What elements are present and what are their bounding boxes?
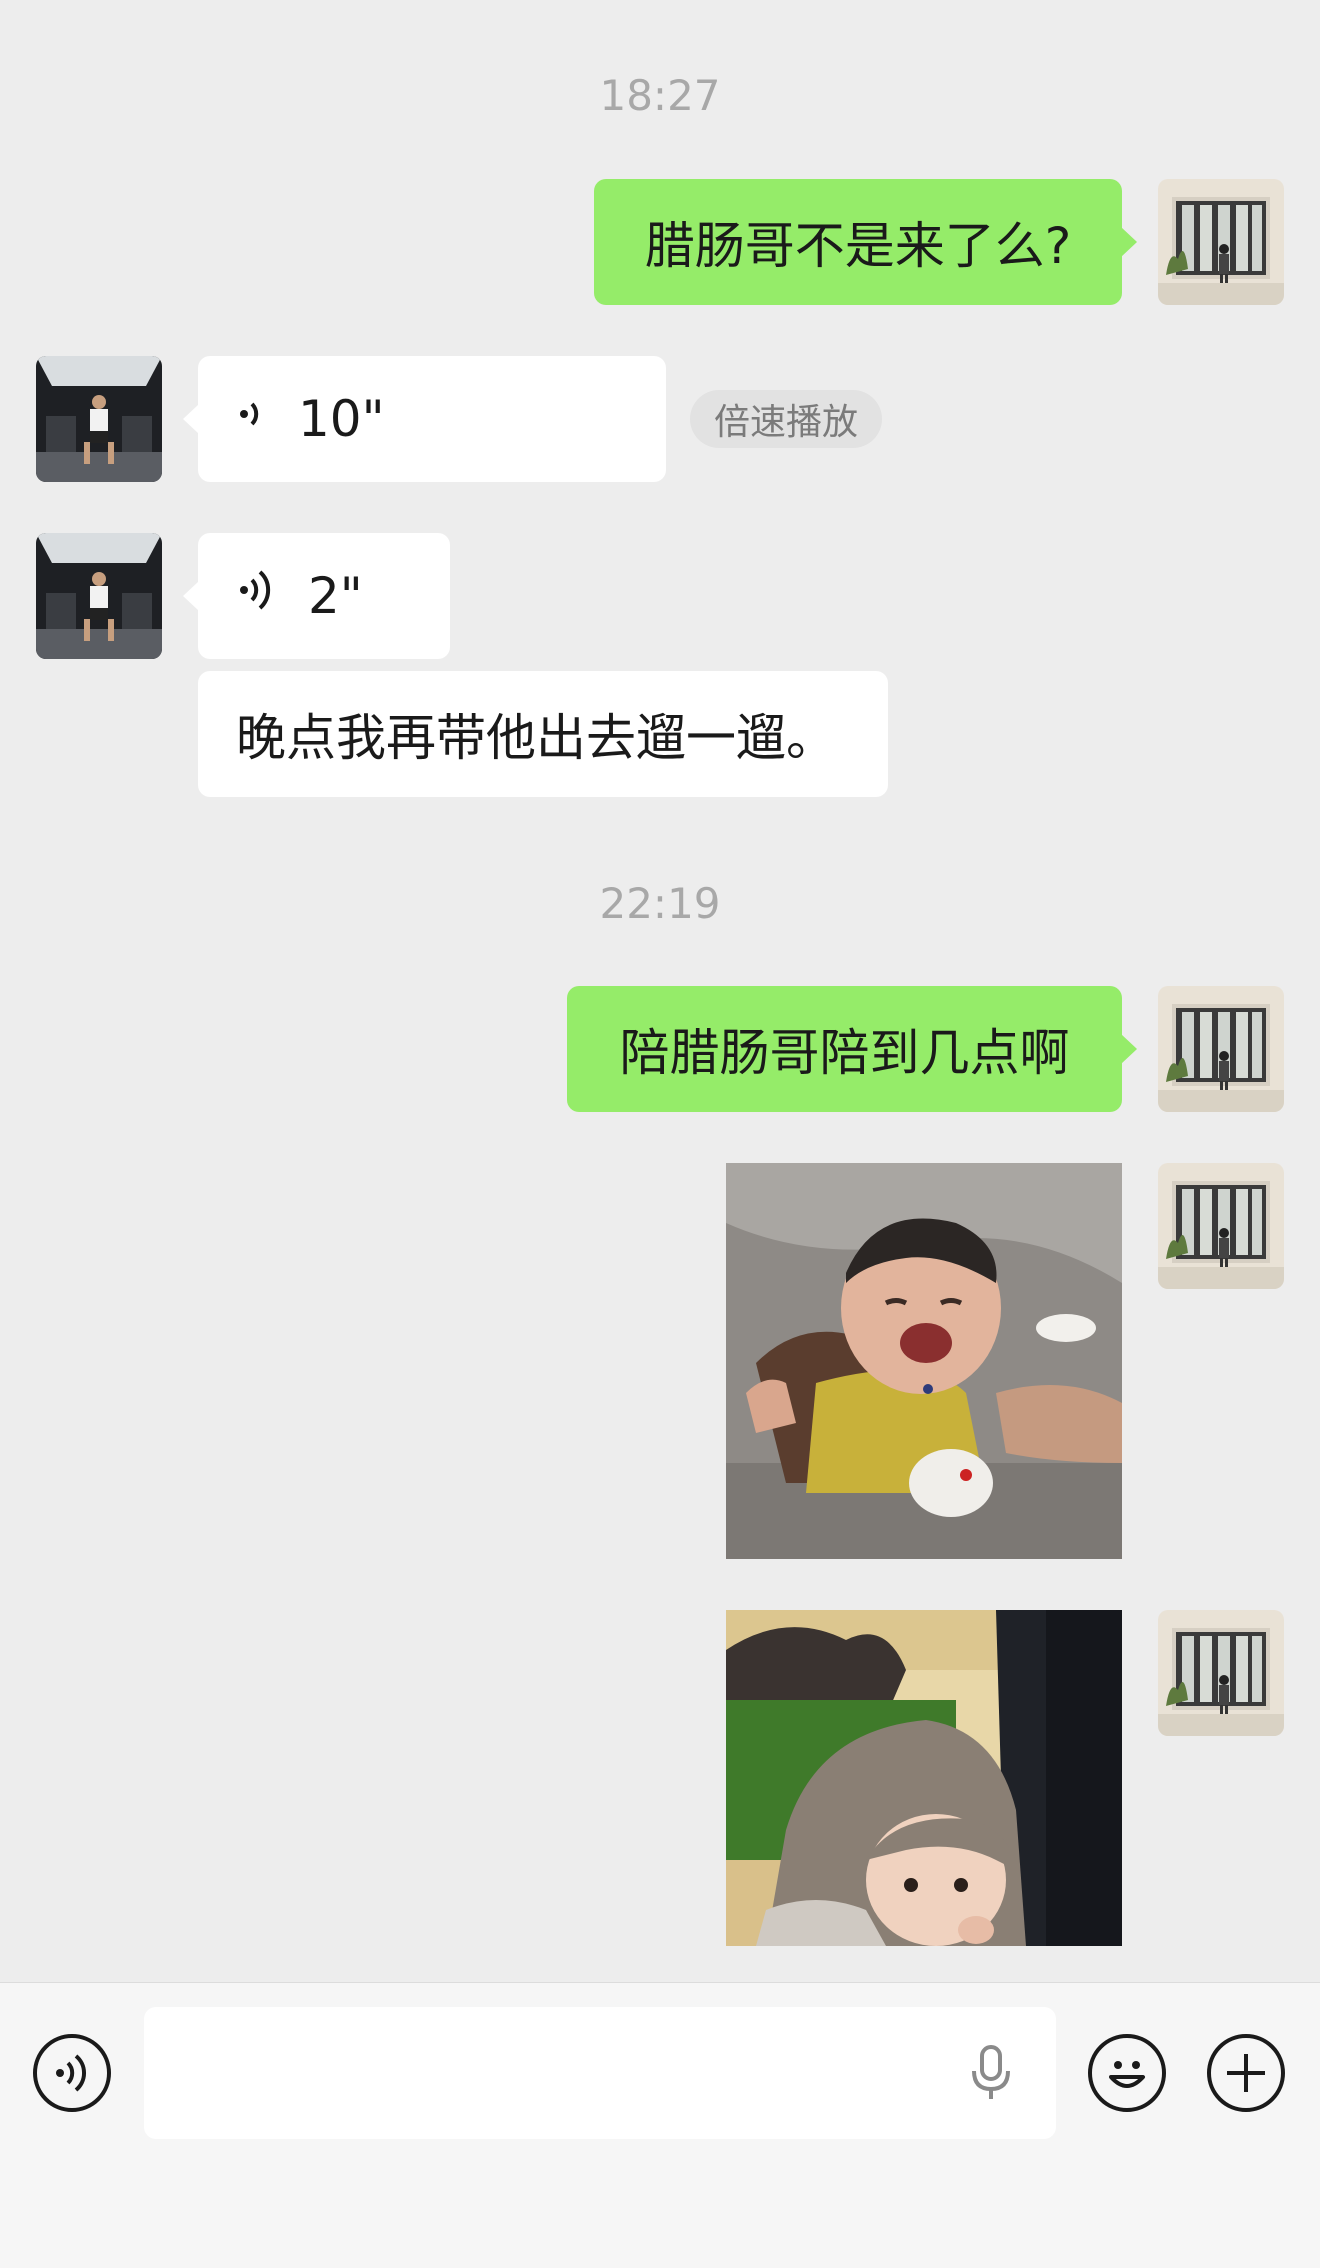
voice-message-bubble[interactable]: 2" bbox=[183, 533, 450, 659]
my-avatar-image bbox=[1158, 1610, 1284, 1736]
voice-mode-button[interactable] bbox=[33, 2034, 111, 2112]
plus-icon bbox=[1227, 2054, 1265, 2092]
voice-mode-icon bbox=[56, 2054, 87, 2092]
chat-area[interactable]: 18:27 腊肠哥不是来了么? 10" 倍速播放 2" 晚点我再带他出去遛一遛。… bbox=[0, 0, 1320, 1982]
my-avatar-image bbox=[1158, 986, 1284, 1112]
sticker-image[interactable] bbox=[726, 1610, 1122, 1946]
voice-wave-icon bbox=[236, 390, 270, 448]
my-avatar[interactable] bbox=[1158, 179, 1284, 305]
my-avatar-image bbox=[1158, 179, 1284, 305]
voice-wave-icon bbox=[236, 565, 280, 627]
my-message-bubble[interactable]: 腊肠哥不是来了么? bbox=[594, 179, 1137, 305]
more-button[interactable] bbox=[1207, 2034, 1285, 2112]
my-avatar[interactable] bbox=[1158, 1163, 1284, 1289]
contact-avatar-image bbox=[36, 356, 162, 482]
microphone-button[interactable] bbox=[966, 2045, 1016, 2101]
voice-message-bubble[interactable]: 10" bbox=[183, 356, 666, 482]
contact-avatar[interactable] bbox=[36, 356, 162, 482]
my-avatar[interactable] bbox=[1158, 986, 1284, 1112]
microphone-icon bbox=[972, 2045, 1010, 2099]
my-message-bubble[interactable]: 陪腊肠哥陪到几点啊 bbox=[567, 986, 1137, 1112]
message-input[interactable] bbox=[144, 2007, 1056, 2139]
timestamp: 22:19 bbox=[599, 879, 721, 928]
speed-play-button[interactable]: 倍速播放 bbox=[690, 390, 882, 448]
contact-avatar-image bbox=[36, 533, 162, 659]
voice-duration: 10" bbox=[298, 390, 385, 448]
sticker-image[interactable] bbox=[726, 1163, 1122, 1559]
emoji-icon bbox=[1109, 2061, 1145, 2088]
emoji-button[interactable] bbox=[1088, 2034, 1166, 2112]
contact-avatar[interactable] bbox=[36, 533, 162, 659]
my-avatar-image bbox=[1158, 1163, 1284, 1289]
input-bar bbox=[0, 1982, 1320, 2268]
contact-message-bubble[interactable]: 晚点我再带他出去遛一遛。 bbox=[198, 671, 888, 797]
timestamp: 18:27 bbox=[599, 71, 721, 120]
my-avatar[interactable] bbox=[1158, 1610, 1284, 1736]
voice-duration: 2" bbox=[308, 567, 363, 625]
